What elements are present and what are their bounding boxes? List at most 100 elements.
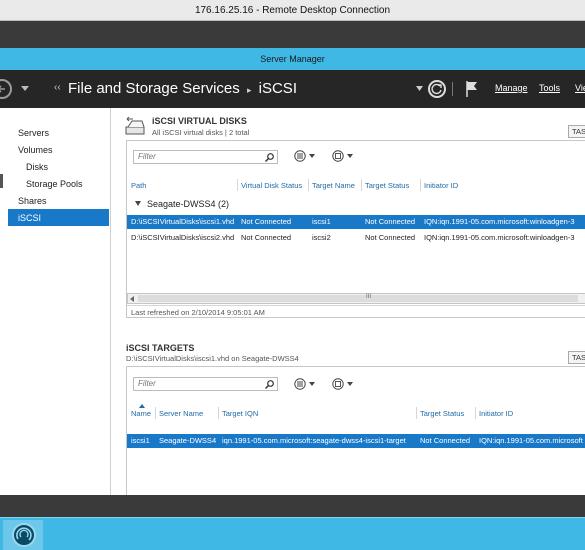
column-target-status[interactable]: Target Status	[365, 181, 409, 190]
sidebar-item-servers[interactable]: Servers	[18, 128, 49, 138]
column-separator[interactable]	[237, 179, 238, 191]
column-target-status[interactable]: Target Status	[420, 409, 464, 418]
column-separator[interactable]	[155, 407, 156, 419]
save-query-icon	[332, 150, 353, 162]
targets-filter-input[interactable]: Filter	[133, 377, 278, 391]
cell-initiator-id: IQN:iqn.1991-05.com.microsoft:winloadgen…	[424, 217, 575, 226]
column-path[interactable]: Path	[131, 181, 146, 190]
targets-tasks-button[interactable]: TAS	[568, 351, 585, 364]
breadcrumb-separator: ▸	[246, 85, 252, 95]
cell-server-name: Seagate-DWSS4	[159, 436, 217, 445]
menu-tools[interactable]: Tools	[539, 83, 560, 93]
virtual-disks-tasks-button[interactable]: TAS	[568, 125, 585, 138]
virtual-disks-filter-placeholder: Filter	[138, 152, 156, 161]
scrollbar-grip: III	[366, 294, 372, 300]
refresh-icon[interactable]	[428, 80, 446, 98]
taskbar-app-button[interactable]	[3, 520, 43, 550]
table-row[interactable]: iscsi1 Seagate-DWSS4 iqn.1991-05.com.mic…	[127, 434, 585, 448]
remote-desktop-blank-band	[0, 21, 585, 48]
list-options-icon	[294, 378, 315, 390]
virtual-disk-icon	[125, 116, 145, 135]
cell-target-name: iscsi2	[312, 233, 331, 242]
virtual-disks-panel: Filter Path Virtual Disk Status Target N…	[126, 140, 585, 318]
targets-filter-placeholder: Filter	[138, 379, 156, 388]
nav-divider	[452, 82, 453, 96]
breadcrumb: File and Storage Services ▸ iSCSI	[54, 78, 297, 101]
scrollbar-thumb[interactable]: III	[138, 294, 578, 302]
cell-target-status: Not Connected	[365, 233, 416, 242]
targets-tasks-label: TAS	[572, 353, 585, 362]
targets-title: iSCSI TARGETS	[126, 343, 195, 353]
divider	[127, 305, 585, 306]
cell-name: iscsi1	[131, 436, 150, 445]
cell-path: D:\iSCSIVirtualDisks\iscsi2.vhd	[131, 233, 235, 242]
column-target-iqn[interactable]: Target IQN	[222, 409, 258, 418]
cell-target-iqn: iqn.1991-05.com.microsoft:seagate-dwss4-…	[222, 436, 406, 445]
cell-target-name: iscsi1	[312, 217, 331, 226]
main-content: iSCSI VIRTUAL DISKS All iSCSI virtual di…	[111, 108, 585, 496]
column-separator[interactable]	[416, 407, 417, 419]
horizontal-scrollbar[interactable]: III	[127, 293, 585, 304]
cell-target-status: Not Connected	[420, 436, 471, 445]
sidebar-item-shares[interactable]: Shares	[18, 196, 47, 206]
column-name[interactable]: Name	[131, 409, 151, 418]
menu-view[interactable]: Vie	[575, 83, 585, 93]
column-initiator-id[interactable]: Initiator ID	[424, 181, 458, 190]
search-icon[interactable]	[265, 380, 274, 389]
virtual-disks-save-query-button[interactable]	[332, 150, 356, 164]
virtual-disks-list-view-button[interactable]	[294, 150, 318, 164]
sidebar-item-disks[interactable]: Disks	[26, 162, 48, 172]
back-arrow-icon[interactable]	[0, 79, 12, 99]
sidebar: Servers Volumes Disks Storage Pools Shar…	[0, 108, 111, 495]
scroll-left-arrow-icon[interactable]	[130, 296, 135, 302]
save-query-icon	[332, 378, 353, 390]
column-virtual-disk-status[interactable]: Virtual Disk Status	[241, 181, 302, 190]
virtual-disks-filter-input[interactable]: Filter	[133, 150, 278, 164]
notifications-flag-icon[interactable]	[465, 80, 479, 98]
virtual-disks-subtitle: All iSCSI virtual disks | 2 total	[152, 128, 250, 137]
cell-initiator-id: IQN:iqn.1991-05.com.microsoft:winloadgen…	[424, 233, 575, 242]
sidebar-item-storage-pools[interactable]: Storage Pools	[26, 179, 83, 189]
sidebar-edge-marker	[0, 174, 3, 188]
breadcrumb-root[interactable]: File and Storage Services	[68, 80, 240, 97]
group-label[interactable]: Seagate-DWSS4 (2)	[147, 199, 229, 209]
targets-list-view-button[interactable]	[294, 378, 318, 392]
window-titlebar[interactable]: Server Manager	[0, 48, 585, 70]
remote-desktop-titlebar[interactable]: 176.16.25.16 - Remote Desktop Connection	[0, 0, 585, 21]
sidebar-item-iscsi[interactable]: iSCSI	[18, 213, 41, 223]
search-icon[interactable]	[265, 153, 274, 162]
column-initiator-id[interactable]: Initiator ID	[479, 409, 513, 418]
column-target-name[interactable]: Target Name	[312, 181, 355, 190]
seagate-logo-icon	[12, 523, 36, 547]
menu-manage[interactable]: Manage	[495, 83, 528, 93]
breadcrumb-current: iSCSI	[258, 80, 297, 97]
targets-save-query-button[interactable]	[332, 378, 356, 392]
virtual-disks-title: iSCSI VIRTUAL DISKS	[152, 116, 247, 126]
cell-virtual-disk-status: Not Connected	[241, 233, 292, 242]
navigation-bar: ‹‹ File and Storage Services ▸ iSCSI Man…	[0, 70, 585, 108]
table-row[interactable]: D:\iSCSIVirtualDisks\iscsi1.vhd Not Conn…	[127, 215, 585, 229]
cell-initiator-id: IQN:iqn.1991-05.com.microsoft	[479, 436, 583, 445]
table-row[interactable]: D:\iSCSIVirtualDisks\iscsi2.vhd Not Conn…	[127, 231, 585, 245]
column-separator[interactable]	[420, 179, 421, 191]
cell-path: D:\iSCSIVirtualDisks\iscsi1.vhd	[131, 217, 235, 226]
targets-panel: Filter Name Server Name Target IQN Targe…	[126, 366, 585, 496]
remote-desktop-title: 176.16.25.16 - Remote Desktop Connection	[194, 5, 391, 16]
list-options-icon	[294, 150, 315, 162]
last-refreshed-text: Last refreshed on 2/10/2014 9:05:01 AM	[131, 308, 265, 317]
sort-ascending-icon	[139, 404, 145, 408]
desktop-band	[0, 495, 585, 517]
history-dropdown-icon[interactable]	[21, 86, 29, 92]
sidebar-item-volumes[interactable]: Volumes	[18, 145, 53, 155]
column-separator[interactable]	[475, 407, 476, 419]
cell-target-status: Not Connected	[365, 217, 416, 226]
group-collapse-icon[interactable]	[135, 201, 141, 207]
cell-virtual-disk-status: Not Connected	[241, 217, 292, 226]
column-server-name[interactable]: Server Name	[159, 409, 203, 418]
taskbar	[0, 517, 585, 550]
breadcrumb-dropdown-icon[interactable]	[416, 86, 423, 92]
column-separator[interactable]	[308, 179, 309, 191]
column-separator[interactable]	[218, 407, 219, 419]
window-title: Server Manager	[260, 54, 325, 64]
column-separator[interactable]	[361, 179, 362, 191]
